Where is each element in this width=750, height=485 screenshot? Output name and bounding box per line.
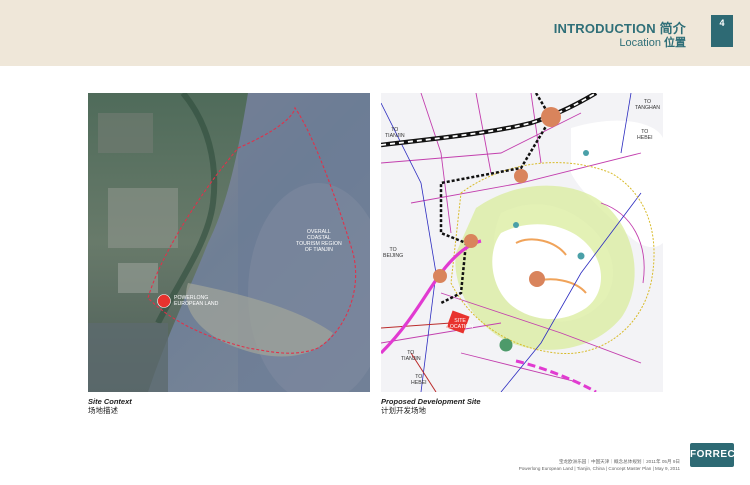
site-context-caption: Site Context 场地描述 [88,397,132,415]
label-site-location: SITE LOCATION [447,318,474,330]
page-number: 4 [711,15,733,47]
development-site-caption: Proposed Development Site 计划开发场地 [381,397,481,415]
label-to-hebei-top: TO HEBEI [637,129,653,141]
footer-text: 宝龙欧洲乐园｜中国天津｜概念总体规划｜2011年 05月 9日 Powerlon… [519,458,680,472]
label-to-tanghan: TO TANGHAN [635,99,660,111]
footer-line-en: Powerlong European Land | Tianjin, China… [518,466,680,471]
plan-drawing [381,93,663,392]
subtitle-en: Location [619,37,661,49]
footer-line-cn: 宝龙欧洲乐园｜中国天津｜概念总体规划｜2011年 05月 9日 [558,459,680,464]
page-subtitle: Location 位置 [619,34,686,50]
development-plan-map: TO TIANJIN TO TANGHAN TO HEBEI TO BEIJING TO… [381,93,663,392]
region-label: OVERALL COASTAL TOURISM REGION OF TIANJI… [296,229,342,253]
label-to-beijing: TO BEIJING [383,247,404,259]
site-label: POWERLONG EUROPEAN LAND [174,295,219,307]
label-to-tianjin-top: TO TIANJIN [385,127,405,139]
label-to-hebei-bottom: TO HEBEI [411,374,427,386]
forrec-logo: FORREC [690,443,735,467]
site-context-map: OVERALL COASTAL TOURISM REGION OF TIANJI… [88,93,370,392]
label-to-tianjin-bottom: TO TIANJIN [401,350,421,362]
site-marker [157,294,171,308]
subtitle-cn: 位置 [664,37,686,49]
